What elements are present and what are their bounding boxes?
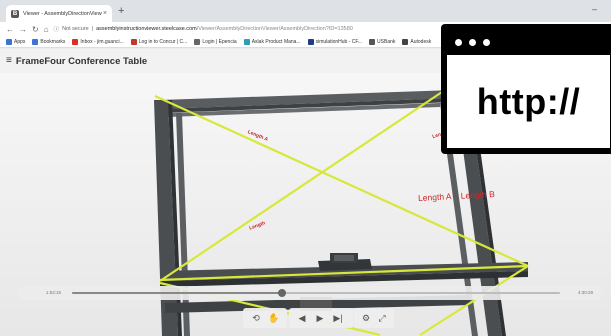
bookmark-item[interactable]: Login | Epencia xyxy=(194,38,237,45)
screenshot: B Viewer - AssemblyDirectionView × + – ←… xyxy=(0,0,611,336)
bookmark-item[interactable]: Autodesk xyxy=(402,38,432,45)
bookmark-item[interactable]: Aslak Product Mana... xyxy=(243,38,301,45)
bookmark-label: USBank xyxy=(377,38,396,45)
play-icon[interactable]: ▶ xyxy=(313,311,327,325)
home-icon[interactable]: ⌂ xyxy=(44,25,49,34)
bookmark-icon xyxy=(194,38,201,45)
http-overlay-graphic: http:// xyxy=(441,24,611,154)
timeline-scrubber-handle[interactable] xyxy=(277,289,286,297)
bookmark-label: Log in to Concur | C... xyxy=(138,38,188,45)
view-controls: ⟲ ✋ xyxy=(243,308,287,328)
settings-gear-icon[interactable]: ⚙ xyxy=(360,311,372,325)
timeline-start-time: 1:53:15 xyxy=(46,290,62,295)
back-icon[interactable]: ← xyxy=(6,25,14,34)
bookmark-icon xyxy=(32,38,39,45)
bookmark-item[interactable]: simulationHub - CF... xyxy=(307,38,363,45)
next-step-icon[interactable]: ▶| xyxy=(331,311,345,325)
url-host: assemblyinstructionviewer.steelcase.com xyxy=(96,26,197,32)
http-text: http:// xyxy=(476,80,581,122)
bookmark-item[interactable]: Inbox - jim.guanci... xyxy=(72,38,124,45)
new-tab-button[interactable]: + xyxy=(118,6,124,17)
bookmark-icon xyxy=(369,38,376,45)
window-dot-icon xyxy=(469,39,476,46)
page-title: FrameFour Conference Table xyxy=(15,55,148,67)
playback-controls: ◀ ▶ ▶| xyxy=(289,308,353,328)
pan-hand-icon[interactable]: ✋ xyxy=(267,311,281,325)
bookmark-icon xyxy=(243,38,250,45)
window-minimize-button[interactable]: – xyxy=(592,4,597,14)
bookmark-item[interactable]: Apps xyxy=(6,38,26,45)
tab-close-icon[interactable]: × xyxy=(103,10,107,17)
bookmark-label: Apps xyxy=(14,38,26,45)
animation-timeline: 1:53:15 4:30:29 xyxy=(18,286,601,300)
hamburger-menu-icon[interactable]: ≡ xyxy=(6,56,12,66)
forward-icon[interactable]: → xyxy=(19,25,27,34)
window-dot-icon xyxy=(483,39,490,46)
bookmark-item[interactable]: USBank xyxy=(369,38,396,45)
fullscreen-icon[interactable]: ⤢ xyxy=(376,311,388,325)
security-label: Not secure xyxy=(62,26,89,32)
reload-icon[interactable]: ↻ xyxy=(32,25,39,34)
browser-tab[interactable]: B Viewer - AssemblyDirectionView × xyxy=(6,5,112,22)
browser-tab-strip: B Viewer - AssemblyDirectionView × + – xyxy=(0,0,611,22)
bookmark-item[interactable]: Log in to Concur | C... xyxy=(130,38,188,45)
timeline-progress xyxy=(72,292,282,294)
bookmark-icon xyxy=(6,38,12,45)
bookmark-label: simulationHub - CF... xyxy=(315,38,363,45)
bookmark-icon xyxy=(72,38,79,45)
timeline-track[interactable] xyxy=(72,289,560,297)
bookmark-item[interactable]: Bookmarks xyxy=(32,38,66,45)
rotate-reset-icon[interactable]: ⟲ xyxy=(249,311,263,325)
bookmark-label: Login | Epencia xyxy=(202,38,237,45)
tab-title: Viewer - AssemblyDirectionView xyxy=(23,10,102,17)
bookmark-icon xyxy=(402,38,409,45)
window-dot-icon xyxy=(455,39,462,46)
bookmark-label: Aslak Product Mana... xyxy=(251,38,301,45)
address-bar[interactable]: ⓘ Not secure | assemblyinstructionviewer… xyxy=(54,25,353,33)
bookmark-label: Inbox - jim.guanci... xyxy=(80,38,124,45)
http-overlay-panel: http:// xyxy=(447,55,610,148)
favicon-icon: B xyxy=(11,9,19,18)
bookmark-icon xyxy=(307,38,314,45)
info-icon[interactable]: ⓘ xyxy=(54,25,60,33)
display-controls: ⚙ ⤢ xyxy=(354,308,394,328)
bookmark-icon xyxy=(130,38,137,45)
bookmark-label: Autodesk xyxy=(410,38,432,45)
timeline-end-time: 4:30:29 xyxy=(577,290,593,295)
bookmark-label: Bookmarks xyxy=(40,38,66,45)
url-path: /Viewer/AssemblyDirectionViewer/Assembly… xyxy=(196,26,353,32)
previous-step-icon[interactable]: ◀ xyxy=(295,311,309,325)
